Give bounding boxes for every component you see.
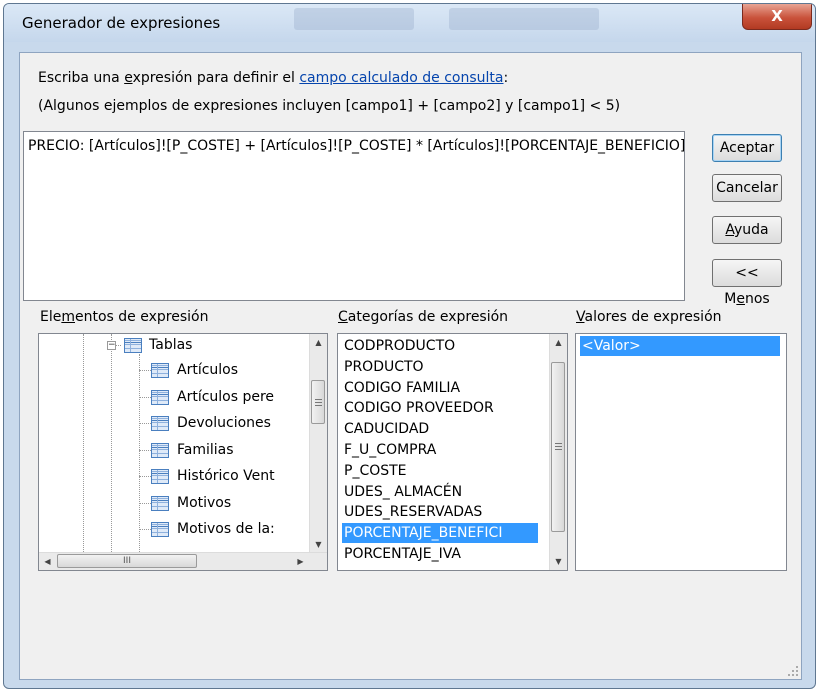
instruction-label: Escriba una expresión para definir el ca… — [38, 70, 508, 86]
help-accesskey: A — [725, 222, 734, 238]
categories-panel-label: Categorías de expresión — [338, 309, 508, 325]
tree-item-label: Tablas — [149, 337, 193, 353]
scroll-thumb[interactable] — [551, 362, 565, 532]
tree-item-label: Devoluciones — [177, 415, 271, 431]
list-item[interactable]: CODIGO FAMILIA — [342, 378, 538, 398]
table-icon — [151, 469, 169, 484]
title-bar[interactable]: Generador de expresiones X — [4, 4, 815, 42]
scroll-up-arrow-icon[interactable]: ▲ — [310, 334, 327, 351]
less-button[interactable]: << Menos — [712, 259, 782, 307]
elements-vertical-scrollbar[interactable]: ▲ ▼ — [309, 334, 327, 553]
scroll-down-arrow-icon[interactable]: ▼ — [310, 536, 327, 553]
list-item[interactable]: PRODUCTO — [342, 357, 538, 377]
list-item[interactable]: P_COSTE — [342, 461, 538, 481]
table-icon — [151, 495, 169, 511]
list-item[interactable]: CODIGO PROVEEDOR — [342, 398, 538, 418]
tree-item-label: Artículos pere — [177, 388, 275, 405]
tree-item[interactable]: Devoluciones — [39, 411, 309, 437]
categories-vertical-scrollbar[interactable]: ▲ ▼ — [549, 334, 567, 570]
list-item[interactable]: PORCENTAJE_BENEFICI — [342, 523, 538, 544]
elements-tree[interactable]: − Tablas Artículos Artículos pere Devoluci… — [38, 333, 328, 571]
list-item[interactable]: <Valor> — [580, 336, 780, 356]
close-icon: X — [771, 7, 783, 25]
elements-panel-label: Elementos de expresión — [40, 309, 208, 325]
instruction-text-2: xpresión para definir el — [132, 70, 300, 86]
instruction-accesskey: e — [124, 70, 133, 86]
table-icon — [151, 522, 169, 537]
tree-item[interactable]: Artículos pere — [39, 385, 309, 411]
categories-list[interactable]: CODPRODUCTO PRODUCTO CODIGO FAMILIA CODIGO … — [337, 333, 568, 571]
tree-item-label: Familias — [177, 441, 234, 458]
categories-accesskey: C — [338, 309, 348, 325]
less-accesskey: e — [736, 291, 745, 307]
tree-item-label: Motivos de la: — [177, 521, 275, 537]
cancel-button[interactable]: Cancelar — [712, 174, 782, 202]
dialog-body: Escriba una expresión para definir el ca… — [19, 52, 802, 680]
resize-grip-icon[interactable] — [788, 666, 798, 676]
elements-label-text: Ele — [40, 309, 62, 325]
collapse-icon[interactable]: − — [107, 341, 116, 350]
list-item[interactable]: F_U_COMPRA — [342, 440, 538, 460]
help-button[interactable]: Ayuda — [712, 216, 782, 244]
tree-item-label: Motivos — [177, 494, 232, 511]
accept-button[interactable]: Aceptar — [712, 134, 782, 162]
scroll-right-arrow-icon[interactable]: ▶ — [292, 553, 309, 570]
table-icon — [151, 416, 169, 431]
categories-label-text: ategorías de expresión — [347, 309, 509, 325]
tree-item-tablas[interactable]: − Tablas — [39, 334, 309, 360]
tables-folder-icon — [124, 338, 142, 353]
elements-accesskey: m — [61, 309, 75, 325]
tree-item[interactable]: Familias — [39, 438, 309, 464]
values-list[interactable]: <Valor> — [575, 333, 787, 571]
list-item[interactable]: CADUCIDAD — [342, 419, 538, 439]
calculated-field-link[interactable]: campo calculado de consulta — [299, 70, 503, 86]
background-tab-ghost — [449, 8, 599, 30]
tree-item-label: Artículos — [177, 362, 239, 378]
values-accesskey: V — [576, 309, 585, 325]
help-label: yuda — [734, 222, 769, 238]
scroll-left-arrow-icon[interactable]: ◀ — [39, 553, 56, 570]
scroll-up-arrow-icon[interactable]: ▲ — [550, 334, 567, 351]
expression-textbox[interactable]: PRECIO: [Artículos]![P_COSTE] + [Artícul… — [23, 131, 685, 301]
background-tab-ghost — [294, 8, 414, 30]
values-label-text: alores de expresión — [584, 309, 722, 325]
instruction-colon: : — [503, 70, 509, 86]
expression-value[interactable]: PRECIO: [Artículos]![P_COSTE] + [Artícul… — [28, 138, 684, 154]
scroll-thumb[interactable]: III — [57, 554, 197, 568]
less-label-rest: nos — [744, 291, 770, 307]
values-panel-label: Valores de expresión — [576, 309, 722, 325]
list-item[interactable]: PORCENTAJE_IVA — [342, 544, 538, 564]
list-item[interactable]: CODPRODUCTO — [342, 336, 538, 356]
close-button[interactable]: X — [742, 4, 812, 30]
list-item[interactable]: UDES_ ALMACÉN — [342, 482, 538, 502]
table-icon — [151, 363, 169, 378]
table-icon — [151, 442, 169, 458]
elements-label-text-2: entos de expresión — [75, 309, 209, 325]
tree-item[interactable]: Histórico Vent — [39, 464, 309, 490]
elements-horizontal-scrollbar[interactable]: ◀ III ▶ — [39, 552, 327, 570]
tree-item[interactable]: Motivos de la: — [39, 517, 309, 543]
list-item[interactable]: UDES_RESERVADAS — [342, 502, 538, 522]
examples-label: (Algunos ejemplos de expresiones incluye… — [38, 98, 621, 114]
expression-builder-dialog: Generador de expresiones X Escriba una e… — [3, 3, 816, 689]
scroll-down-arrow-icon[interactable]: ▼ — [550, 553, 567, 570]
tree-item-label: Histórico Vent — [177, 468, 275, 484]
scroll-thumb[interactable] — [311, 380, 325, 424]
tree-item[interactable]: Artículos — [39, 358, 309, 384]
tree-item[interactable]: Motivos — [39, 491, 309, 517]
table-icon — [151, 389, 169, 405]
instruction-text: Escriba una — [38, 70, 125, 86]
window-title: Generador de expresiones — [22, 14, 221, 32]
